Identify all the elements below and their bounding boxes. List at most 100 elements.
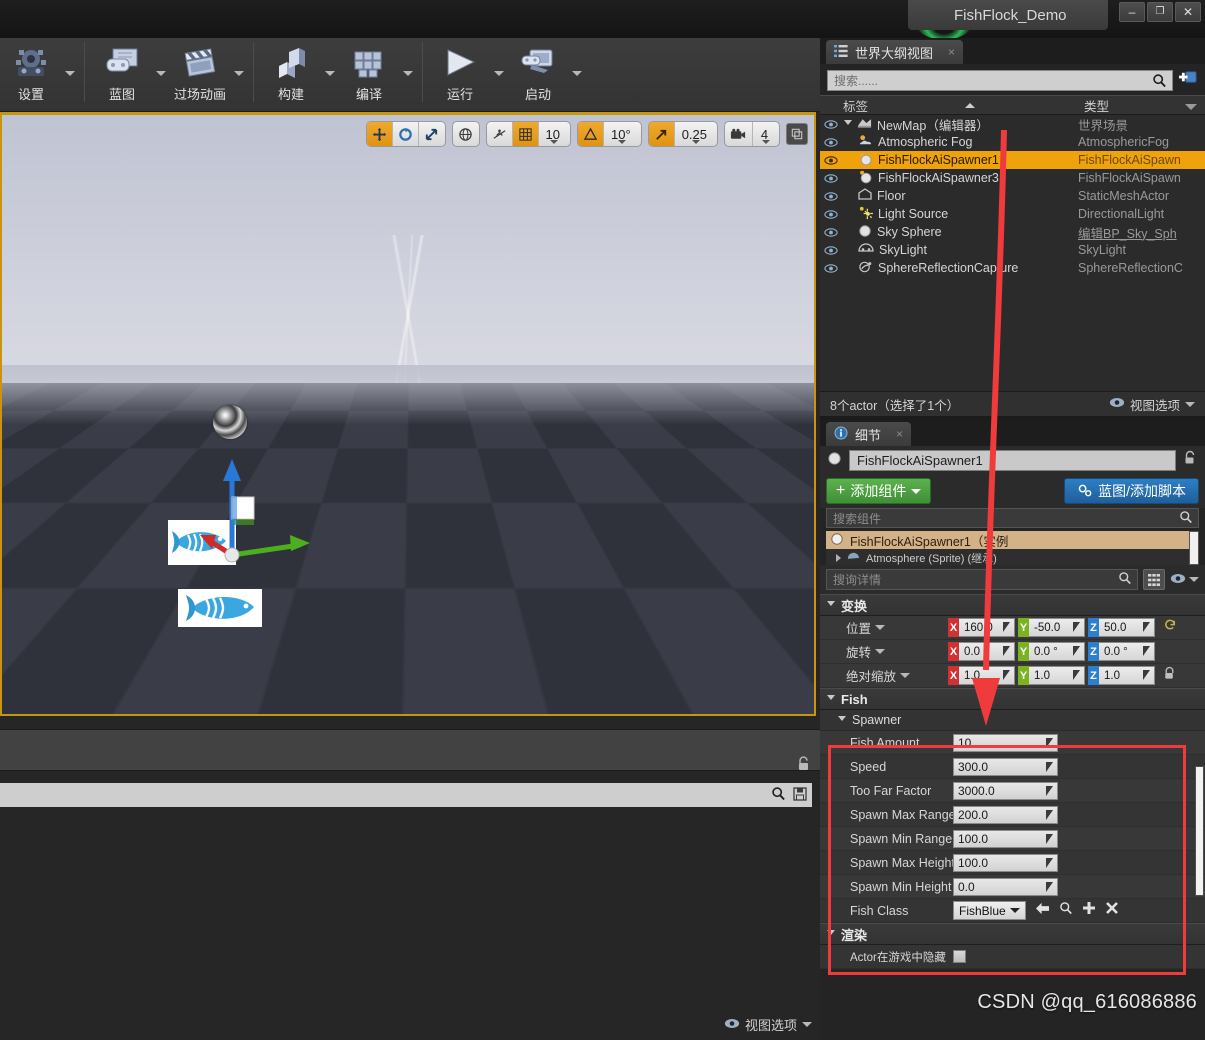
toolbar-blueprint-caret[interactable] (153, 38, 169, 104)
visibility-eye-icon[interactable] (820, 137, 842, 147)
toolbar-launch-caret[interactable] (569, 38, 585, 104)
maximize-viewport-icon[interactable] (786, 123, 808, 145)
bottom-panel-view-options[interactable]: 视图选项 (724, 1015, 812, 1034)
rotation-y-field[interactable]: Y 0.0 ° (1018, 642, 1085, 661)
spinner-icon[interactable] (1045, 833, 1054, 848)
scale-x-input[interactable]: 1.0 (959, 666, 1015, 685)
toolbar-compile-button[interactable]: 编译 (338, 38, 400, 104)
toolbar-settings-caret[interactable] (62, 38, 78, 104)
outliner-row-atmospheric-fog[interactable]: Atmospheric Fog AtmosphericFog (820, 133, 1205, 151)
scale-snap-value[interactable]: 0.25 (675, 122, 717, 146)
outliner-row-newmap[interactable]: NewMap（编辑器） 世界场景 (820, 115, 1205, 133)
too-far-factor-input[interactable]: 3000.0 (953, 781, 1058, 800)
spawn-min-range-input[interactable]: 100.0 (953, 829, 1058, 848)
search-icon[interactable] (771, 786, 786, 806)
subsection-spawner[interactable]: Spawner (820, 710, 1205, 731)
toolbar-settings-button[interactable]: 设置 (0, 38, 62, 104)
angle-icon[interactable] (578, 122, 605, 146)
toolbar-cinematics-caret[interactable] (231, 38, 247, 104)
actor-hidden-in-game-checkbox[interactable] (953, 950, 966, 963)
section-transform[interactable]: 变换 (820, 594, 1205, 616)
spinner-icon[interactable] (1072, 645, 1081, 660)
toolbar-play-caret[interactable] (491, 38, 507, 104)
lock-icon[interactable] (1183, 450, 1197, 471)
chevron-down-icon[interactable] (1185, 103, 1197, 110)
transform-gizmo[interactable] (192, 455, 312, 565)
location-y-field[interactable]: Y -50.0 (1018, 618, 1085, 637)
search-icon[interactable] (1152, 73, 1167, 91)
spinner-icon[interactable] (1045, 809, 1054, 824)
rotation-z-input[interactable]: 0.0 ° (1099, 642, 1155, 661)
spinner-icon[interactable] (1002, 645, 1011, 660)
project-title-tab[interactable]: FishFlock_Demo (908, 0, 1108, 30)
spinner-icon[interactable] (1002, 621, 1011, 636)
expander-triangle-icon[interactable] (836, 554, 841, 562)
component-tree[interactable]: FishFlockAiSpawner1（实例 Atmosphere (Sprit… (826, 531, 1199, 565)
camera-icon[interactable] (725, 122, 753, 146)
toolbar-compile-caret[interactable] (400, 38, 416, 104)
scale-z-input[interactable]: 1.0 (1099, 666, 1155, 685)
section-render[interactable]: 渲染 (820, 923, 1205, 945)
save-disk-icon[interactable] (793, 787, 807, 806)
spinner-icon[interactable] (1045, 761, 1054, 776)
fish-sprite-secondary[interactable] (178, 589, 262, 627)
world-globe-icon[interactable] (453, 122, 479, 146)
fish-amount-input[interactable]: 10 (953, 733, 1058, 752)
tab-details[interactable]: 细节 × (826, 422, 912, 446)
component-tree-scrollbar[interactable] (1189, 531, 1199, 565)
back-arrow-icon[interactable] (1035, 902, 1050, 920)
rotation-x-field[interactable]: X 0.0 ° (948, 642, 1015, 661)
spinner-icon[interactable] (1072, 621, 1081, 636)
outliner-list[interactable]: NewMap（编辑器） 世界场景 Atmospheric Fog Atmosph… (820, 115, 1205, 391)
blueprint-script-button[interactable]: 蓝图/添加脚本 (1064, 478, 1199, 504)
outliner-row-spherereflectioncapture[interactable]: SphereReflectionCapture SphereReflection… (820, 259, 1205, 277)
visibility-eye-icon[interactable] (820, 119, 842, 129)
grid-icon[interactable] (512, 122, 539, 146)
visibility-eye-icon[interactable] (820, 191, 842, 201)
visibility-eye-icon[interactable] (820, 209, 842, 219)
outliner-empty-space[interactable] (820, 277, 1205, 391)
section-fish[interactable]: Fish (820, 688, 1205, 710)
bottom-panel-search-input[interactable] (0, 783, 812, 807)
toolbar-cinematics-button[interactable]: 过场动画 (169, 38, 231, 104)
spawn-max-range-input[interactable]: 200.0 (953, 805, 1058, 824)
search-icon[interactable] (1118, 571, 1132, 588)
expander-triangle-icon[interactable] (844, 119, 852, 129)
outliner-row-sky-sphere[interactable]: Sky Sphere 编辑BP_Sky_Sph (820, 223, 1205, 241)
scale-x-field[interactable]: X 1.0 (948, 666, 1015, 685)
location-z-input[interactable]: 50.0 (1099, 618, 1155, 637)
scale-y-field[interactable]: Y 1.0 (1018, 666, 1085, 685)
visibility-eye-icon[interactable] (820, 263, 842, 273)
rotation-z-field[interactable]: Z 0.0 ° (1088, 642, 1155, 661)
fish-class-dropdown[interactable]: FishBlue (953, 901, 1026, 920)
details-eye-options[interactable] (1170, 571, 1199, 589)
scale-lock-icon[interactable] (1163, 666, 1176, 686)
transform-rotation-label[interactable]: 旋转 (820, 642, 948, 661)
spawn-min-height-input[interactable]: 0.0 (953, 877, 1058, 896)
coordinate-system-toggle[interactable] (451, 121, 480, 147)
maximize-button[interactable]: ❐ (1147, 2, 1173, 22)
reset-to-default-icon[interactable] (1164, 619, 1177, 637)
outliner-row-type-link[interactable]: 编辑BP_Sky_Sph (1078, 223, 1205, 242)
spinner-icon[interactable] (1045, 737, 1054, 752)
rotation-x-input[interactable]: 0.0 ° (959, 642, 1015, 661)
move-gizmo-icon[interactable] (366, 122, 393, 146)
toolbar-build-caret[interactable] (322, 38, 338, 104)
component-row-spawner-instance[interactable]: FishFlockAiSpawner1（实例 (826, 531, 1199, 549)
outliner-row-light-source[interactable]: Light Source DirectionalLight (820, 205, 1205, 223)
actor-name-input[interactable]: FishFlockAiSpawner1 (849, 450, 1176, 471)
details-scrollbar[interactable] (1195, 766, 1204, 896)
add-component-button[interactable]: + 添加组件 (826, 478, 932, 504)
location-x-field[interactable]: X 160.0 (948, 618, 1015, 637)
location-y-input[interactable]: -50.0 (1029, 618, 1085, 637)
rotation-y-input[interactable]: 0.0 ° (1029, 642, 1085, 661)
clear-icon[interactable] (1105, 901, 1119, 920)
spinner-icon[interactable] (1045, 881, 1054, 896)
close-button[interactable]: ✕ (1175, 2, 1201, 22)
rotation-snap-value[interactable]: 10° (604, 122, 641, 146)
spinner-icon[interactable] (1002, 669, 1011, 684)
component-row-atmosphere-sprite[interactable]: Atmosphere (Sprite) (继承) (826, 549, 1199, 565)
toolbar-build-button[interactable]: 构建 (260, 38, 322, 104)
outliner-row-floor[interactable]: Floor StaticMeshActor (820, 187, 1205, 205)
toolbar-play-button[interactable]: 运行 (429, 38, 491, 104)
